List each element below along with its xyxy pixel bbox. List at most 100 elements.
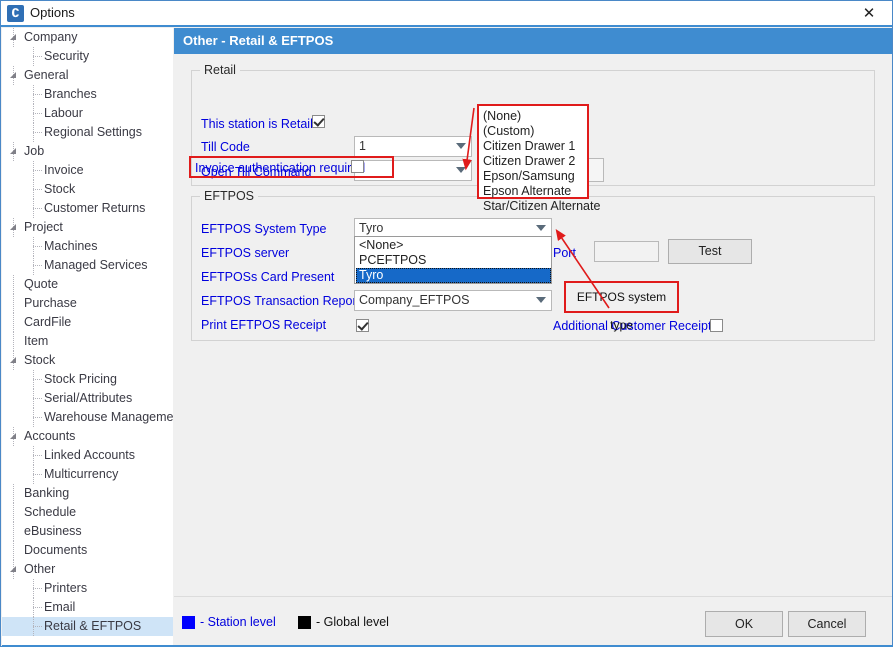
label-eftpos-system-type: EFTPOS System Type	[201, 222, 327, 236]
sidebar-item-label: Other	[24, 562, 55, 576]
till-command-option[interactable]: Citizen Drawer 2	[480, 154, 587, 169]
eftpos-system-type-option[interactable]: Tyro	[356, 268, 551, 283]
dropdown-eftpos-system-type-list[interactable]: <None>PCEFTPOSTyro	[354, 236, 552, 284]
label-port: Port	[553, 246, 576, 260]
sidebar-item-printers[interactable]: Printers	[2, 579, 173, 598]
test-button[interactable]: Test	[668, 239, 752, 264]
sidebar-item-label: Serial/Attributes	[44, 391, 132, 405]
sidebar-item-serial-attributes[interactable]: Serial/Attributes	[2, 389, 173, 408]
sidebar-item-purchase[interactable]: Purchase	[2, 294, 173, 313]
close-icon[interactable]: ✕	[846, 1, 892, 25]
checkbox-invoice-auth-required[interactable]	[351, 160, 364, 173]
checkbox-print-eftpos-receipt[interactable]	[356, 319, 369, 332]
sidebar-item-label: Schedule	[24, 505, 76, 519]
eftpos-system-type-option[interactable]: PCEFTPOS	[356, 253, 551, 268]
combo-eftpos-transaction-report[interactable]: Company_EFTPOS	[354, 290, 552, 311]
expander-collapse-icon[interactable]	[10, 72, 16, 78]
tree-guide-line	[33, 56, 42, 58]
sidebar-item-ebusiness[interactable]: eBusiness	[2, 522, 173, 541]
chevron-down-icon	[456, 167, 466, 173]
sidebar-item-label: Purchase	[24, 296, 77, 310]
sidebar-item-label: Project	[24, 220, 63, 234]
till-command-option[interactable]: Epson Alternate	[480, 184, 587, 199]
tree-guide-line	[13, 541, 15, 560]
sidebar-item-security[interactable]: Security	[2, 47, 173, 66]
sidebar-item-customer-returns[interactable]: Customer Returns	[2, 199, 173, 218]
till-command-option[interactable]: Citizen Drawer 1	[480, 139, 587, 154]
till-command-option[interactable]: Star/Citizen Alternate	[480, 199, 587, 214]
sidebar-item-general[interactable]: General	[2, 66, 173, 85]
dialog-footer: - Station level - Global level OK Cancel	[174, 596, 892, 647]
title-bar: ∁ Options ✕	[1, 1, 892, 27]
checkbox-additional-customer-receipt[interactable]	[710, 319, 723, 332]
sidebar-item-other[interactable]: Other	[2, 560, 173, 579]
sidebar-item-cardfile[interactable]: CardFile	[2, 313, 173, 332]
combo-till-code-value: 1	[359, 139, 366, 153]
till-command-option[interactable]: (None)	[480, 109, 587, 124]
sidebar-item-company[interactable]: Company	[2, 28, 173, 47]
sidebar-item-label: Stock	[24, 353, 55, 367]
sidebar-item-regional-settings[interactable]: Regional Settings	[2, 123, 173, 142]
sidebar-item-label: Company	[24, 30, 78, 44]
label-station-is-retail: This station is Retail	[201, 117, 313, 131]
label-invoice-auth-required: Invoice authentication required	[195, 161, 365, 175]
settings-tree[interactable]: Company SecurityGeneralBranchesLabour Regi…	[2, 28, 173, 646]
sidebar-item-stock[interactable]: Stock	[2, 351, 173, 370]
sidebar-item-warehouse-management[interactable]: Warehouse Management	[2, 408, 173, 427]
expander-collapse-icon[interactable]	[10, 224, 16, 230]
tree-guide-line	[33, 189, 42, 191]
sidebar-item-branches[interactable]: Branches	[2, 85, 173, 104]
expander-collapse-icon[interactable]	[10, 357, 16, 363]
sidebar-item-quote[interactable]: Quote	[2, 275, 173, 294]
sidebar-item-linked-accounts[interactable]: Linked Accounts	[2, 446, 173, 465]
sidebar-item-accounts[interactable]: Accounts	[2, 427, 173, 446]
tree-guide-line	[13, 503, 15, 522]
label-till-code: Till Code	[201, 140, 250, 154]
sidebar-item-label: Banking	[24, 486, 69, 500]
tree-guide-line	[33, 398, 42, 400]
sidebar-item-retail-eftpos[interactable]: Retail & EFTPOS	[2, 617, 173, 636]
tree-guide-line	[13, 332, 15, 351]
label-eftpos-transaction-report: EFTPOS Transaction Report	[201, 294, 360, 308]
sidebar-item-label: Documents	[24, 543, 87, 557]
sidebar-item-labour[interactable]: Labour	[2, 104, 173, 123]
sidebar-item-job[interactable]: Job	[2, 142, 173, 161]
sidebar-item-label: Multicurrency	[44, 467, 118, 481]
sidebar-item-multicurrency[interactable]: Multicurrency	[2, 465, 173, 484]
sidebar-item-label: CardFile	[24, 315, 71, 329]
expander-collapse-icon[interactable]	[10, 34, 16, 40]
expander-collapse-icon[interactable]	[10, 433, 16, 439]
tree-guide-line	[33, 417, 42, 419]
sidebar-item-label: Retail & EFTPOS	[44, 619, 141, 633]
sidebar-item-label: Item	[24, 334, 48, 348]
chevron-down-icon	[536, 225, 546, 231]
sidebar-item-invoice[interactable]: Invoice	[2, 161, 173, 180]
combo-eftpos-transaction-report-value: Company_EFTPOS	[359, 293, 469, 307]
sidebar-item-documents[interactable]: Documents	[2, 541, 173, 560]
sidebar-item-stock-pricing[interactable]: Stock Pricing	[2, 370, 173, 389]
ok-button[interactable]: OK	[705, 611, 783, 637]
sidebar-item-schedule[interactable]: Schedule	[2, 503, 173, 522]
eftpos-system-type-option[interactable]: <None>	[356, 238, 551, 253]
sidebar-item-stock[interactable]: Stock	[2, 180, 173, 199]
input-port[interactable]	[594, 241, 659, 262]
till-command-option[interactable]: (Custom)	[480, 124, 587, 139]
legend-swatch-global-level	[298, 616, 311, 629]
sidebar-item-label: Warehouse Management	[44, 410, 173, 424]
sidebar-item-managed-services[interactable]: Managed Services	[2, 256, 173, 275]
tree-guide-line	[13, 484, 15, 503]
expander-collapse-icon[interactable]	[10, 148, 16, 154]
expander-collapse-icon[interactable]	[10, 566, 16, 572]
sidebar-item-item[interactable]: Item	[2, 332, 173, 351]
cancel-button[interactable]: Cancel	[788, 611, 866, 637]
combo-till-code[interactable]: 1	[354, 136, 472, 157]
checkbox-station-is-retail[interactable]	[312, 115, 325, 128]
sidebar-item-project[interactable]: Project	[2, 218, 173, 237]
sidebar-item-email[interactable]: Email	[2, 598, 173, 617]
till-command-option[interactable]: Epson/Samsung	[480, 169, 587, 184]
sidebar-item-label: Regional Settings	[44, 125, 142, 139]
dropdown-open-till-command-list[interactable]: (None)(Custom)Citizen Drawer 1Citizen Dr…	[477, 104, 589, 199]
chevron-down-icon	[456, 143, 466, 149]
sidebar-item-banking[interactable]: Banking	[2, 484, 173, 503]
sidebar-item-machines[interactable]: Machines	[2, 237, 173, 256]
